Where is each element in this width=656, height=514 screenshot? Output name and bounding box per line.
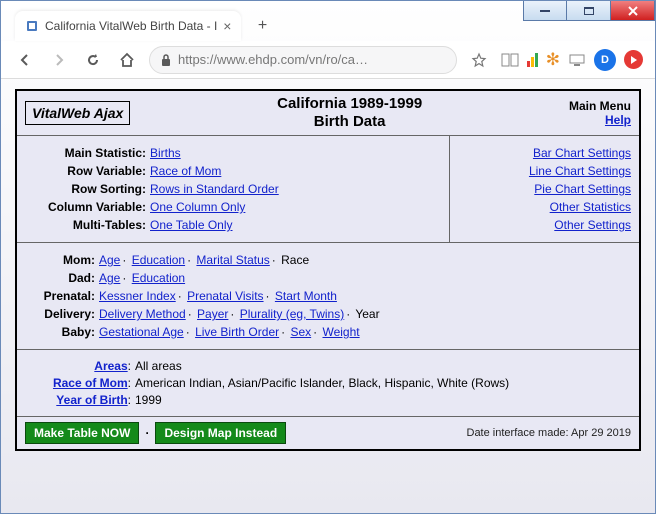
extension-bars-icon[interactable] <box>527 53 538 67</box>
main-menu-label: Main Menu <box>569 99 631 113</box>
multi-link[interactable]: One Table Only <box>150 218 233 232</box>
bar-chart-settings-link[interactable]: Bar Chart Settings <box>533 146 631 160</box>
window-minimize-button[interactable] <box>523 1 567 21</box>
row-sort-link[interactable]: Rows in Standard Order <box>150 182 279 196</box>
new-tab-button[interactable]: + <box>249 13 275 39</box>
weight-link[interactable]: Weight <box>322 325 359 339</box>
delivery-label: Delivery: <box>25 307 99 321</box>
dad-label: Dad: <box>25 271 99 285</box>
design-map-button[interactable]: Design Map Instead <box>155 422 286 444</box>
forward-button[interactable] <box>47 48 71 72</box>
delivery-method-link[interactable]: Delivery Method <box>99 307 186 321</box>
mom-label: Mom: <box>25 253 99 267</box>
sex-link[interactable]: Sex <box>290 325 311 339</box>
url-text: https://www.ehdp.com/vn/ro/ca… <box>178 52 368 67</box>
brand-box: VitalWeb Ajax <box>25 101 130 125</box>
back-button[interactable] <box>13 48 37 72</box>
tab-title: California VitalWeb Birth Data - I <box>45 19 217 33</box>
page-title: California 1989-1999 Birth Data <box>130 95 569 131</box>
year-of-birth-link[interactable]: Year of Birth <box>56 393 127 407</box>
main-stat-label: Main Statistic: <box>25 146 150 160</box>
footer-separator: · <box>145 426 149 440</box>
browser-window: California VitalWeb Birth Data - I × + h… <box>0 0 656 514</box>
year-of-birth-value: 1999 <box>135 393 162 407</box>
window-close-button[interactable] <box>611 1 655 21</box>
other-statistics-link[interactable]: Other Statistics <box>550 200 631 214</box>
make-table-button[interactable]: Make Table NOW <box>25 422 139 444</box>
other-settings-link[interactable]: Other Settings <box>554 218 631 232</box>
address-bar[interactable]: https://www.ehdp.com/vn/ro/ca… <box>149 46 457 74</box>
mom-race-text: Race <box>281 253 309 267</box>
extension-device-icon[interactable] <box>568 51 586 69</box>
browser-tab[interactable]: California VitalWeb Birth Data - I × <box>15 11 241 41</box>
col-var-link[interactable]: One Column Only <box>150 200 245 214</box>
areas-value: All areas <box>135 359 182 373</box>
profile-button[interactable]: D <box>594 49 616 71</box>
reload-button[interactable] <box>81 48 105 72</box>
app-page: VitalWeb Ajax California 1989-1999 Birth… <box>15 89 641 451</box>
tab-favicon-icon <box>25 19 39 33</box>
multi-label: Multi-Tables: <box>25 218 150 232</box>
start-month-link[interactable]: Start Month <box>275 289 337 303</box>
mom-mar-link[interactable]: Marital Status <box>196 253 269 267</box>
line-chart-settings-link[interactable]: Line Chart Settings <box>529 164 631 178</box>
star-icon[interactable] <box>467 48 491 72</box>
footer-date-text: Date interface made: Apr 29 2019 <box>467 427 632 439</box>
dad-edu-link[interactable]: Education <box>132 271 185 285</box>
col-var-label: Column Variable: <box>25 200 150 214</box>
gestational-age-link[interactable]: Gestational Age <box>99 325 184 339</box>
window-maximize-button[interactable] <box>567 1 611 21</box>
kessner-link[interactable]: Kessner Index <box>99 289 176 303</box>
lock-icon <box>160 53 172 67</box>
row-sort-label: Row Sorting: <box>25 182 150 196</box>
extension-red-icon[interactable] <box>624 50 643 69</box>
row-var-label: Row Variable: <box>25 164 150 178</box>
pie-chart-settings-link[interactable]: Pie Chart Settings <box>534 182 631 196</box>
mom-edu-link[interactable]: Education <box>132 253 185 267</box>
browser-toolbar: https://www.ehdp.com/vn/ro/ca… ✻ D <box>1 41 655 79</box>
dad-age-link[interactable]: Age <box>99 271 120 285</box>
prenatal-visits-link[interactable]: Prenatal Visits <box>187 289 263 303</box>
row-var-link[interactable]: Race of Mom <box>150 164 221 178</box>
home-button[interactable] <box>115 48 139 72</box>
prenatal-label: Prenatal: <box>25 289 99 303</box>
plurality-link[interactable]: Plurality (eg, Twins) <box>240 307 344 321</box>
help-link[interactable]: Help <box>569 113 631 127</box>
tab-close-icon[interactable]: × <box>223 18 231 34</box>
main-stat-link[interactable]: Births <box>150 146 181 160</box>
birth-order-link[interactable]: Live Birth Order <box>195 325 279 339</box>
extension-book-icon[interactable] <box>501 53 519 67</box>
payer-link[interactable]: Payer <box>197 307 228 321</box>
areas-link[interactable]: Areas <box>94 359 127 373</box>
delivery-year-text: Year <box>355 307 379 321</box>
extension-gear-icon[interactable]: ✻ <box>546 51 560 68</box>
mom-age-link[interactable]: Age <box>99 253 120 267</box>
baby-label: Baby: <box>25 325 99 339</box>
race-of-mom-value: American Indian, Asian/Pacific Islander,… <box>135 376 509 390</box>
race-of-mom-link[interactable]: Race of Mom <box>53 376 128 390</box>
